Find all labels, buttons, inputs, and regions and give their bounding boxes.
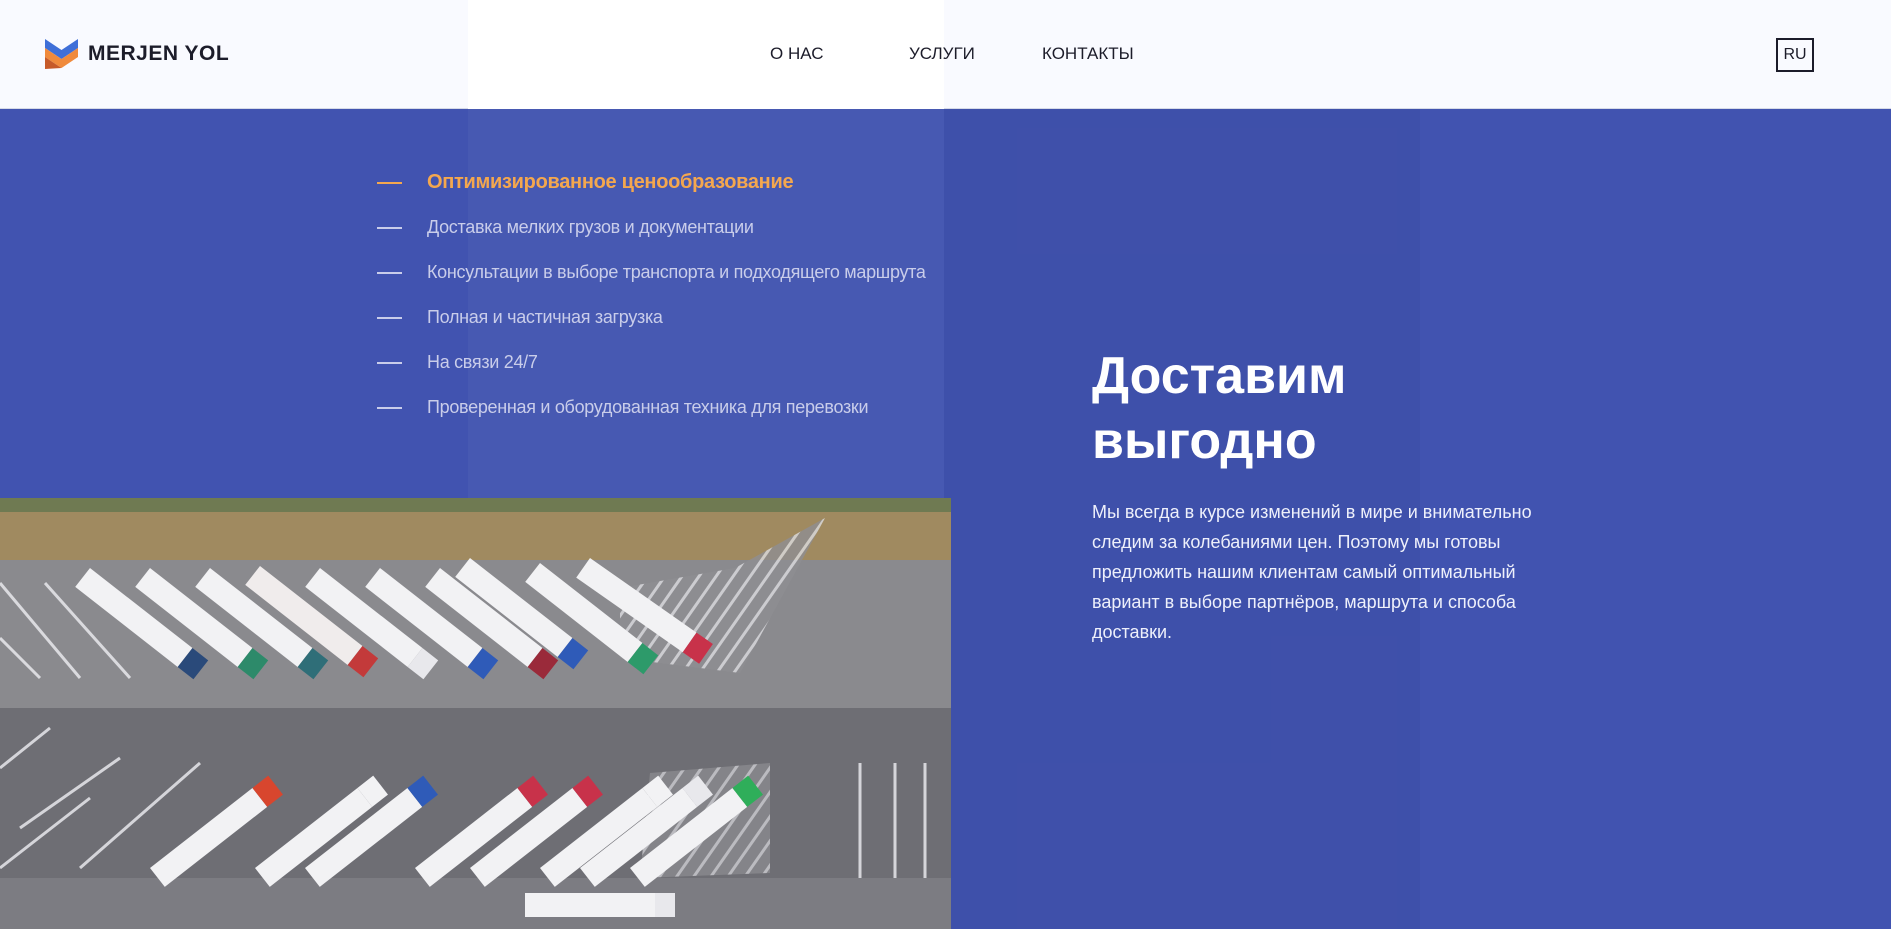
feature-label: Доставка мелких грузов и документации xyxy=(427,217,754,237)
feature-item[interactable]: Консультации в выборе транспорта и подхо… xyxy=(377,250,926,295)
logo-text: MERJEN YOL xyxy=(88,42,230,65)
feature-item-active[interactable]: Оптимизированное ценообразование xyxy=(377,160,926,205)
feature-item[interactable]: Проверенная и оборудованная техника для … xyxy=(377,385,926,430)
feature-label: Оптимизированное ценообразование xyxy=(427,171,794,193)
logo[interactable]: MERJEN YOL xyxy=(45,39,229,69)
nav-about[interactable]: О НАС xyxy=(770,44,823,64)
feature-label: На связи 24/7 xyxy=(427,352,538,372)
feature-label: Проверенная и оборудованная техника для … xyxy=(427,397,869,417)
dash-icon xyxy=(377,316,402,319)
feature-label: Полная и частичная загрузка xyxy=(427,307,663,327)
feature-list: Оптимизированное ценообразование Доставк… xyxy=(377,160,926,430)
dash-icon xyxy=(377,361,402,364)
feature-item[interactable]: Полная и частичная загрузка xyxy=(377,295,926,340)
nav-contacts[interactable]: КОНТАКТЫ xyxy=(1042,44,1134,64)
dash-icon xyxy=(377,406,402,409)
trucks-aerial-photo xyxy=(0,498,951,929)
site-header: MERJEN YOL О НАС УСЛУГИ КОНТАКТЫ RU xyxy=(0,0,1891,109)
language-switcher[interactable]: RU xyxy=(1776,38,1814,72)
feature-label: Консультации в выборе транспорта и подхо… xyxy=(427,262,926,282)
logo-mark-icon xyxy=(45,39,78,69)
header-column-highlight xyxy=(468,0,944,109)
nav-services[interactable]: УСЛУГИ xyxy=(909,44,975,64)
feature-item[interactable]: На связи 24/7 xyxy=(377,340,926,385)
hero-title: Доставим выгодно xyxy=(1092,347,1347,470)
dash-icon xyxy=(377,226,402,229)
feature-item[interactable]: Доставка мелких грузов и документации xyxy=(377,205,926,250)
dash-icon xyxy=(377,181,402,184)
dash-icon xyxy=(377,271,402,274)
hero-description: Мы всегда в курсе изменений в мире и вни… xyxy=(1092,502,1532,642)
